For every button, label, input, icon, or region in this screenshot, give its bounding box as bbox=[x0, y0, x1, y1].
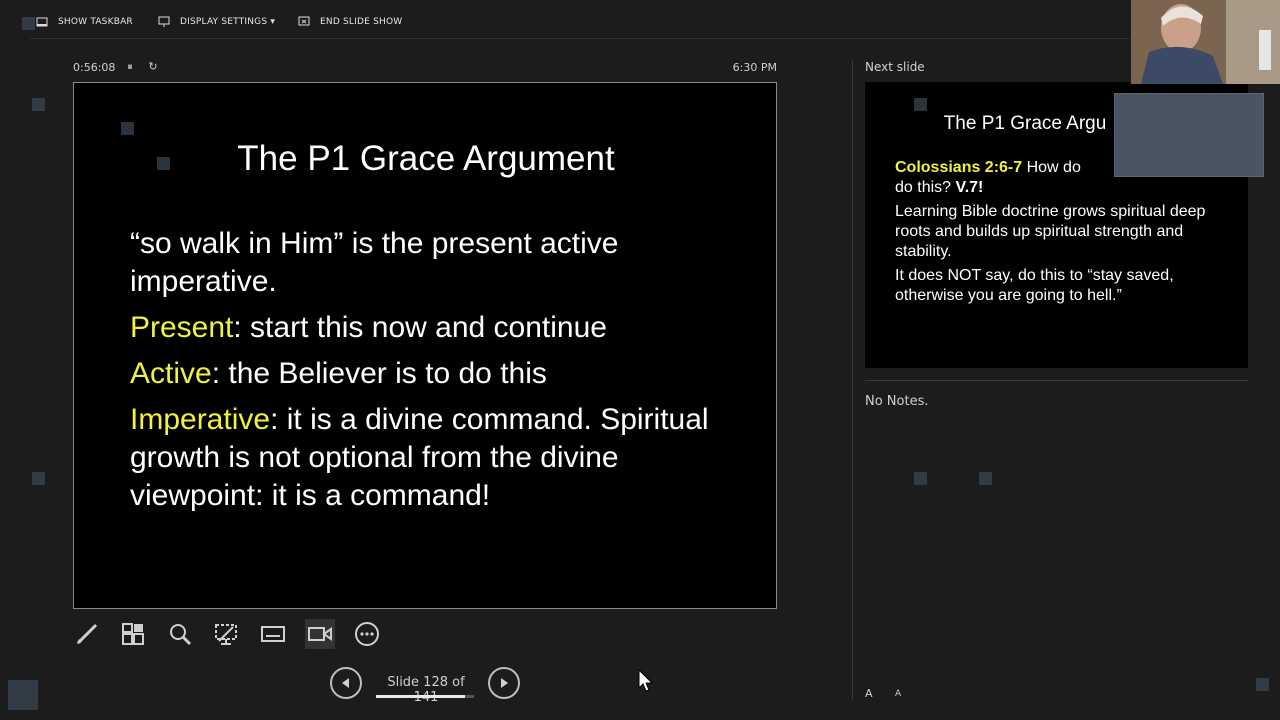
previous-slide-button[interactable] bbox=[330, 667, 362, 699]
pointer-icon bbox=[215, 624, 237, 645]
next-slide-v7: V.7! bbox=[955, 179, 984, 196]
slide-progress-fill bbox=[376, 695, 465, 698]
next-slide-label: Next slide bbox=[865, 60, 925, 74]
artifact-square bbox=[1256, 678, 1269, 691]
slides-grid-icon bbox=[122, 623, 144, 645]
pause-icon[interactable]: ⏸ bbox=[123, 60, 137, 74]
panel-divider[interactable] bbox=[852, 60, 853, 700]
decrease-font-button[interactable]: A bbox=[895, 689, 901, 699]
display-icon bbox=[158, 16, 170, 27]
increase-font-button[interactable]: A bbox=[865, 687, 873, 700]
slide-title: The P1 Grace Argument bbox=[237, 139, 615, 178]
artifact-square bbox=[157, 157, 170, 170]
artifact-square bbox=[979, 472, 992, 485]
display-settings-label: DISPLAY SETTINGS ▾ bbox=[180, 17, 276, 27]
taskbar-icon bbox=[36, 17, 48, 27]
clock: 6:30 PM bbox=[732, 61, 777, 74]
artifact-square bbox=[914, 472, 927, 485]
active-term: Active bbox=[130, 357, 212, 390]
show-taskbar-button[interactable]: SHOW TASKBAR bbox=[36, 14, 133, 30]
artifact-square bbox=[8, 680, 38, 710]
end-show-icon bbox=[298, 16, 310, 26]
see-all-slides-button[interactable] bbox=[118, 619, 148, 649]
next-slide-line1-text: How do bbox=[1022, 159, 1081, 176]
slide-body: “so walk in Him” is the present active i… bbox=[130, 225, 750, 523]
show-taskbar-label: SHOW TASKBAR bbox=[58, 17, 133, 27]
next-slide-line1b: do this? bbox=[895, 179, 956, 196]
end-slide-show-label: END SLIDE SHOW bbox=[320, 17, 403, 27]
more-icon bbox=[355, 622, 379, 646]
artifact-square bbox=[32, 98, 45, 111]
next-slide-para2: Learning Bible doctrine grows spiritual … bbox=[895, 203, 1206, 260]
imperative-term: Imperative bbox=[130, 403, 271, 436]
artifact-square bbox=[121, 122, 134, 135]
scripture-ref: Colossians 2:6-7 bbox=[895, 159, 1023, 176]
more-options-button[interactable] bbox=[352, 619, 382, 649]
slide-point-active: Active: the Believer is to do this bbox=[130, 355, 750, 393]
slide-point-imperative: Imperative: it is a divine command. Spir… bbox=[130, 401, 750, 515]
zoom-icon bbox=[170, 624, 192, 646]
presenter-image bbox=[1131, 0, 1280, 84]
camera-icon bbox=[308, 627, 332, 641]
pen-tool-button[interactable] bbox=[72, 619, 102, 649]
toolbar-divider bbox=[30, 38, 1130, 39]
artifact-square bbox=[22, 17, 35, 30]
present-text: : start this now and continue bbox=[233, 311, 607, 344]
black-screen-button[interactable] bbox=[211, 619, 241, 649]
camera-toggle-button[interactable] bbox=[305, 619, 335, 649]
elapsed-timer: 0:56:08 bbox=[73, 61, 116, 74]
end-slide-show-button[interactable]: END SLIDE SHOW bbox=[298, 14, 402, 30]
top-toolbar: SHOW TASKBAR DISPLAY SETTINGS ▾ END SLID… bbox=[0, 0, 1280, 40]
slide-intro: “so walk in Him” is the present active i… bbox=[130, 227, 619, 298]
subtitles-button[interactable] bbox=[258, 619, 288, 649]
present-term: Present bbox=[130, 311, 234, 344]
prev-arrow-icon bbox=[342, 678, 349, 688]
mouse-cursor-icon bbox=[638, 669, 654, 692]
display-settings-button[interactable]: DISPLAY SETTINGS ▾ bbox=[158, 14, 275, 30]
video-overlay-box bbox=[1114, 93, 1264, 177]
current-slide[interactable]: The P1 Grace Argument “so walk in Him” i… bbox=[73, 82, 777, 609]
slide-counter[interactable]: Slide 128 of 141 bbox=[376, 675, 476, 705]
next-arrow-icon bbox=[501, 678, 508, 688]
active-text: : the Believer is to do this bbox=[211, 357, 547, 390]
notes-divider bbox=[865, 380, 1248, 381]
zoom-button[interactable] bbox=[165, 619, 195, 649]
next-slide-button[interactable] bbox=[488, 667, 520, 699]
slide-progress-bar bbox=[376, 695, 474, 698]
speaker-notes[interactable]: No Notes. bbox=[865, 394, 929, 409]
reset-timer-icon[interactable]: ↻ bbox=[146, 60, 160, 74]
artifact-square bbox=[32, 472, 45, 485]
artifact-square bbox=[914, 98, 927, 111]
next-slide-para3: It does NOT say, do this to “stay saved,… bbox=[895, 267, 1174, 304]
slide-point-present: Present: start this now and continue bbox=[130, 309, 750, 347]
webcam-feed bbox=[1131, 0, 1280, 84]
pen-icon bbox=[76, 623, 98, 645]
next-slide-body: Colossians 2:6-7 How do do this? V.7! Lea… bbox=[895, 158, 1225, 310]
subtitles-icon bbox=[261, 626, 285, 642]
